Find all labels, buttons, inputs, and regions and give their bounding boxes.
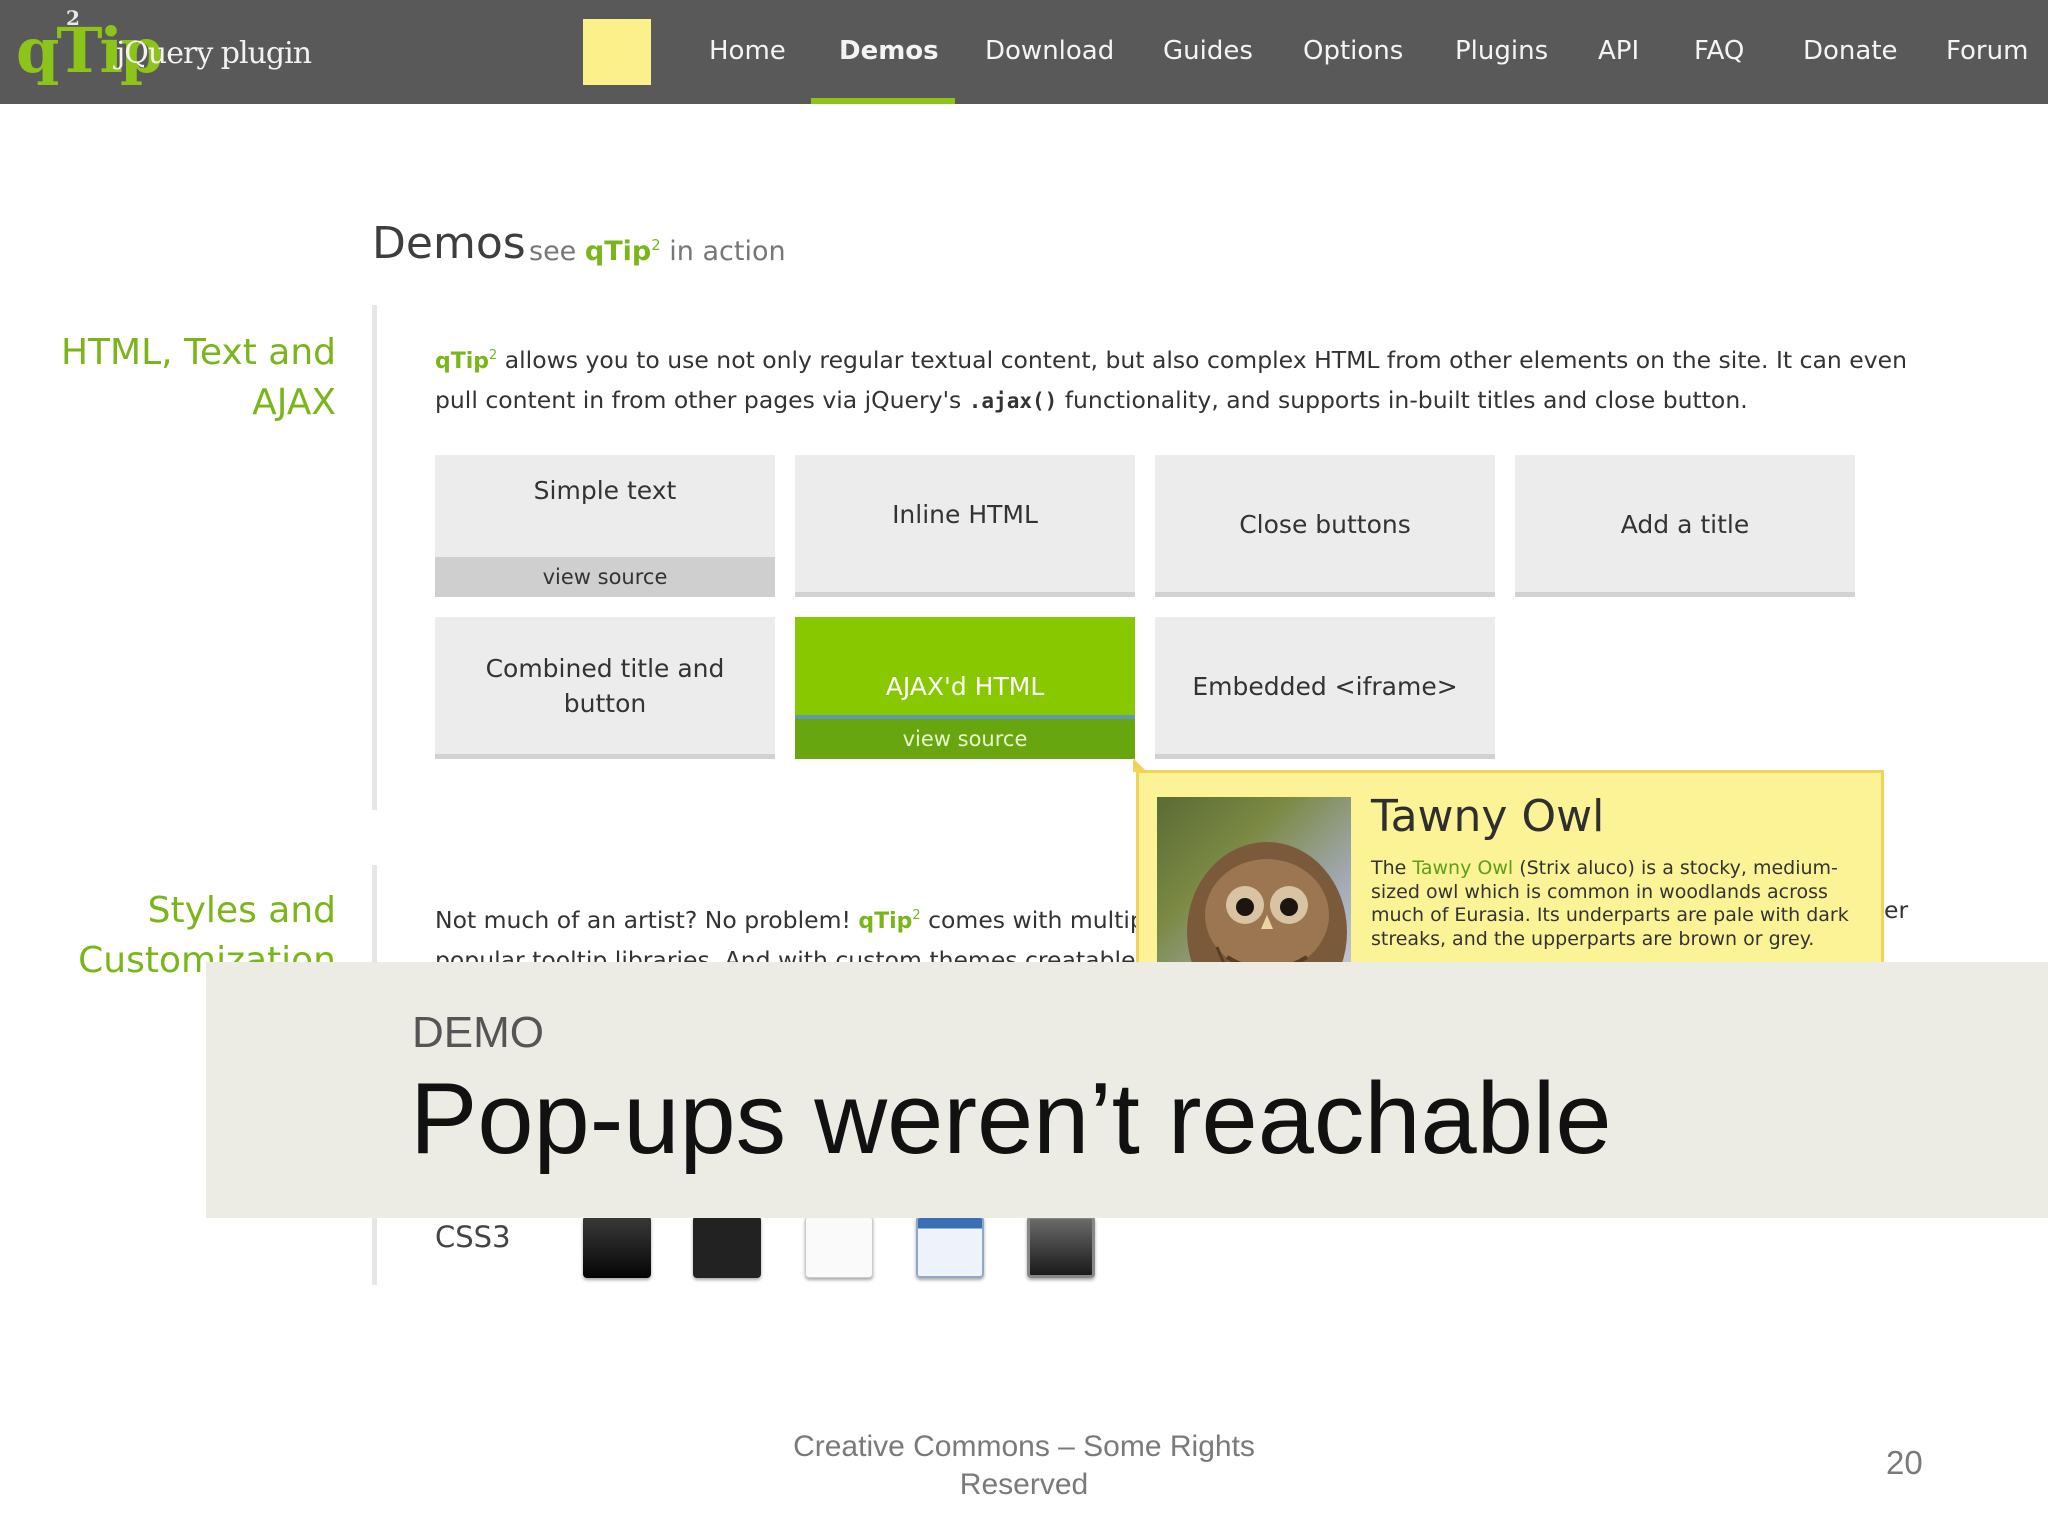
- page-number: 20: [1886, 1444, 1923, 1481]
- nav-home[interactable]: Home: [709, 0, 786, 104]
- banner-title: Pop-ups weren’t reachable: [410, 1063, 1612, 1175]
- para-brand: qTip: [435, 348, 490, 374]
- subtitle-prefix: see: [529, 236, 577, 267]
- footer-line1: Creative Commons – Some Rights: [793, 1430, 1255, 1463]
- page-title: Demos: [372, 218, 526, 269]
- tooltip-body: The Tawny Owl (Strix aluco) is a stocky,…: [1371, 857, 1871, 951]
- subtitle-brand-sup: 2: [651, 236, 661, 254]
- para-text-2a: pull content in from other pages via jQu…: [435, 385, 962, 414]
- section1-paragraph: qTip2 allows you to use not only regular…: [435, 336, 1907, 421]
- demo-tile-add-title[interactable]: Add a title: [1515, 455, 1855, 597]
- para-code: .ajax(): [968, 388, 1058, 413]
- logo-tagline: jQuery plugin: [116, 36, 312, 71]
- para-tail-text: er: [1884, 896, 1909, 924]
- section-title-line1: Styles and: [147, 890, 336, 931]
- nav-plugins[interactable]: Plugins: [1455, 0, 1548, 104]
- logo-superscript: 2: [66, 6, 80, 30]
- para-brand-sup: 2: [912, 908, 921, 923]
- nav-faq[interactable]: FAQ: [1694, 0, 1744, 104]
- theme-swatch-blue[interactable]: [916, 1216, 984, 1278]
- tile-label: Add a title: [1620, 510, 1750, 539]
- owl-image: [1157, 797, 1351, 967]
- tile-label-line1: Combined title and: [485, 654, 725, 683]
- top-navigation-bar: qTip 2 jQuery plugin Home Demos Download…: [0, 0, 2048, 104]
- demo-tile-ajax-html[interactable]: AJAX'd HTML view source: [795, 617, 1135, 759]
- tooltip-link[interactable]: Tawny Owl: [1412, 857, 1513, 879]
- theme-swatch-gray[interactable]: [1027, 1216, 1095, 1278]
- footer-line2: Reserved: [959, 1468, 1089, 1501]
- nav-download[interactable]: Download: [985, 0, 1114, 104]
- demo-tile-inline-html[interactable]: Inline HTML: [795, 455, 1135, 597]
- nav-donate[interactable]: Donate: [1803, 0, 1898, 104]
- para-line-1: Not much of an artist? No problem! qTip2…: [435, 896, 1145, 941]
- view-source-link[interactable]: view source: [435, 557, 775, 597]
- tile-label: Simple text: [533, 476, 677, 505]
- tile-label-line2: button: [563, 689, 647, 718]
- para-brand-sup: 2: [489, 348, 498, 363]
- theme-swatch-light[interactable]: [805, 1216, 873, 1278]
- view-source-link[interactable]: view source: [795, 715, 1135, 759]
- section-title-line1: HTML, Text and: [60, 332, 336, 373]
- tile-label: Embedded <iframe>: [1192, 672, 1458, 701]
- nav-demos[interactable]: Demos: [839, 0, 939, 104]
- theme-swatch-dark[interactable]: [583, 1216, 651, 1278]
- para-brand: qTip: [858, 908, 913, 934]
- demo-tile-close-buttons[interactable]: Close buttons: [1155, 455, 1495, 597]
- demo-tile-embedded-iframe[interactable]: Embedded <iframe>: [1155, 617, 1495, 759]
- section-title-line2: AJAX: [252, 382, 336, 423]
- tooltip-body-prefix: The: [1371, 857, 1407, 879]
- section-divider: [372, 305, 377, 810]
- color-swatch-button[interactable]: [583, 19, 651, 85]
- section-title-html-text: HTML, Text and AJAX: [61, 328, 336, 428]
- demo-tile-combined-title[interactable]: Combined title and button: [435, 617, 775, 759]
- para-line-1: qTip2 allows you to use not only regular…: [435, 336, 1907, 381]
- para-text-1b: comes with multip: [928, 905, 1145, 934]
- para-text-2b: functionality, and supports in-built tit…: [1064, 385, 1748, 414]
- para-line-2: pull content in from other pages via jQu…: [435, 381, 1907, 421]
- nav-api[interactable]: API: [1598, 0, 1639, 104]
- subtitle-suffix: in action: [669, 236, 786, 267]
- tile-label: Combined title and button: [435, 651, 775, 721]
- owl-illustration: [1187, 842, 1347, 967]
- subtitle-brand: qTip: [584, 236, 652, 267]
- para-text-1: allows you to use not only regular textu…: [504, 345, 1907, 374]
- tile-label: AJAX'd HTML: [885, 672, 1045, 701]
- slide-banner: DEMO Pop-ups weren’t reachable: [206, 962, 2048, 1218]
- nav-options[interactable]: Options: [1303, 0, 1403, 104]
- nav-guides[interactable]: Guides: [1163, 0, 1253, 104]
- active-tab-indicator: [811, 98, 955, 104]
- tooltip-title: Tawny Owl: [1371, 791, 1605, 842]
- page-subtitle: see qTip2 in action: [529, 236, 786, 267]
- banner-eyebrow: DEMO: [412, 1008, 544, 1057]
- license-footer: Creative Commons – Some Rights Reserved: [724, 1428, 1324, 1504]
- tile-label: Close buttons: [1239, 510, 1411, 539]
- para-text-1a: Not much of an artist? No problem!: [435, 905, 851, 934]
- nav-forum[interactable]: Forum: [1946, 0, 2028, 104]
- tooltip-popup[interactable]: Tawny Owl The Tawny Owl (Strix aluco) is…: [1136, 770, 1884, 970]
- demo-tile-simple-text[interactable]: Simple text view source: [435, 455, 775, 597]
- css3-label: CSS3: [435, 1220, 511, 1254]
- theme-swatch-black[interactable]: [693, 1216, 761, 1278]
- tile-label: Inline HTML: [892, 500, 1038, 529]
